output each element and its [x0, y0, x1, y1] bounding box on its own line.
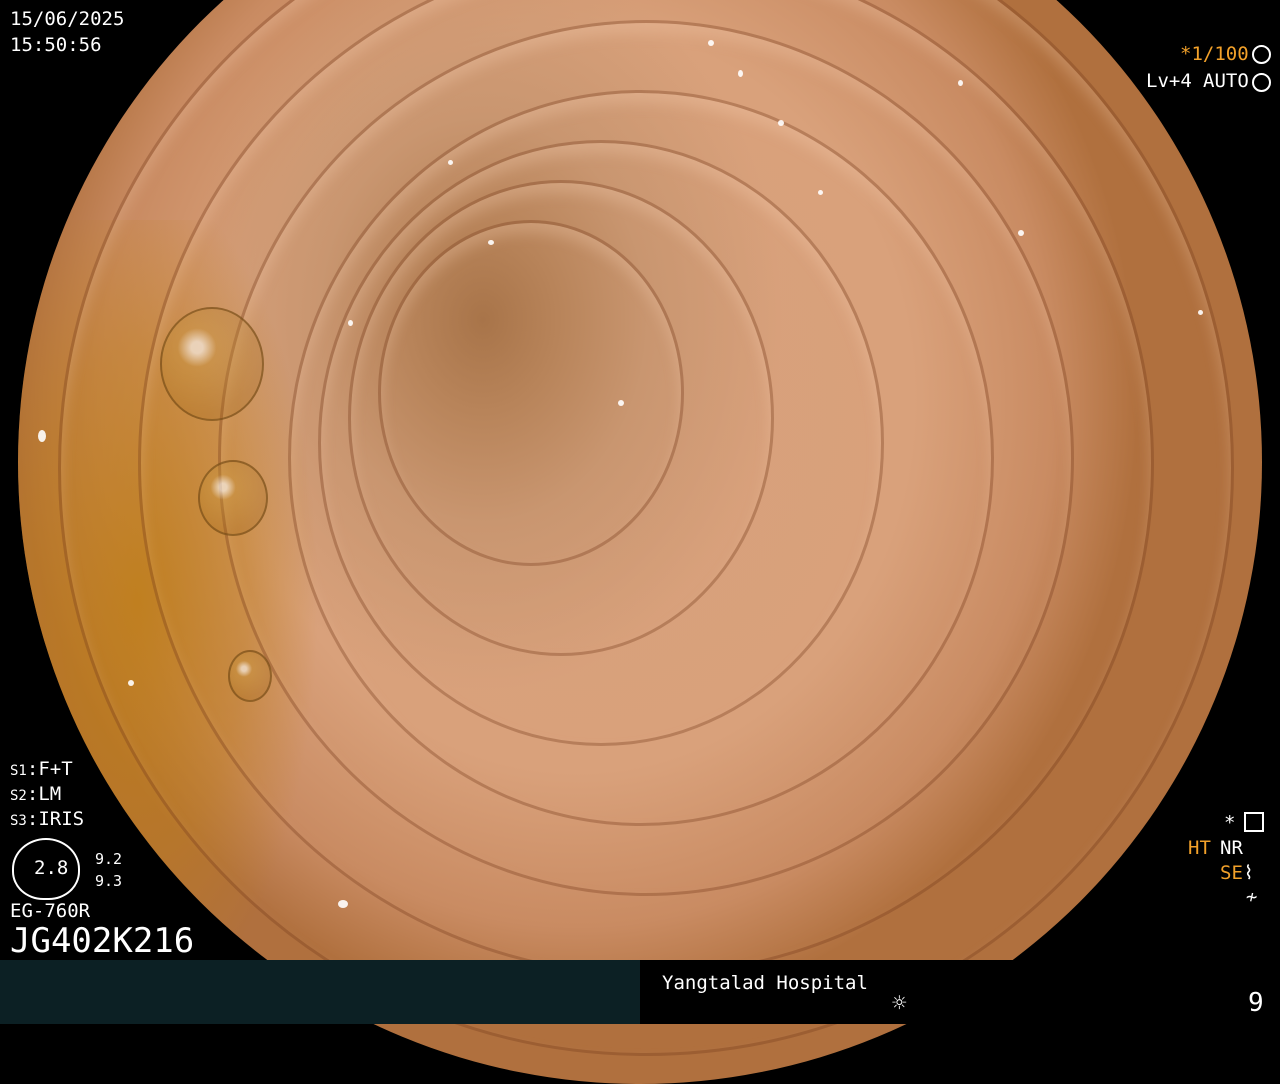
settings-icon [1244, 812, 1264, 832]
setting-key: S2 [10, 788, 27, 804]
footer-info-panel: Yangtalad Hospital ☼ 9 [640, 960, 1280, 1024]
nr-indicator: NR [1220, 837, 1243, 859]
light-reflection [618, 400, 624, 406]
lens-value: 2.8 [34, 857, 69, 879]
light-reflection [818, 190, 823, 195]
auto-mode: AUTO [1203, 70, 1249, 92]
light-reflection [1198, 310, 1203, 315]
lens-side-bottom: 9.3 [95, 872, 123, 890]
mucosal-fold [378, 220, 684, 566]
setting-s1: S1:F+T [10, 758, 73, 780]
light-reflection [708, 40, 714, 46]
setting-s3: S3:IRIS [10, 808, 85, 830]
scope-serial: JG402K216 [10, 921, 195, 961]
fluid-bubble [228, 650, 272, 702]
image-counter: 9 [1248, 988, 1264, 1018]
light-reflection [488, 240, 494, 245]
setting-value: LM [38, 783, 62, 805]
brightness-level: Lv+4 [1146, 70, 1192, 92]
light-reflection [958, 80, 963, 86]
light-reflection [778, 120, 784, 126]
light-reflection [448, 160, 453, 165]
time-text: 15:50:56 [10, 34, 102, 56]
setting-s2: S2:LM [10, 783, 62, 805]
setting-key: S1 [10, 763, 27, 779]
se-curve-icon: ⌇ [1244, 862, 1254, 884]
setting-value: IRIS [38, 808, 85, 830]
fluid-bubble [160, 307, 264, 421]
light-reflection [738, 70, 743, 77]
light-reflection [128, 680, 134, 686]
fluid-bubble [198, 460, 268, 536]
endoscope-view [18, 0, 1262, 1084]
sun-icon: ☼ [892, 989, 907, 1017]
scope-model: EG-760R [10, 900, 91, 922]
iris-icon [1252, 73, 1271, 92]
light-reflection [348, 320, 353, 326]
light-reflection [38, 430, 46, 442]
function-symbol: ≁ [1246, 886, 1258, 908]
lens-side-top: 9.2 [95, 850, 123, 868]
ht-indicator: HT [1188, 837, 1211, 859]
setting-value: F+T [38, 758, 73, 780]
shutter-speed: *1/100 [1180, 43, 1249, 65]
hospital-name: Yangtalad Hospital [662, 972, 868, 994]
footer-bar: Yangtalad Hospital ☼ 9 [0, 960, 1280, 1024]
setting-key: S3 [10, 813, 27, 829]
light-reflection [338, 900, 348, 908]
se-indicator: SE [1220, 862, 1243, 884]
star-marker: * [1224, 812, 1236, 834]
date-text: 15/06/2025 [10, 8, 125, 30]
shutter-icon [1252, 45, 1271, 64]
light-reflection [1018, 230, 1024, 236]
